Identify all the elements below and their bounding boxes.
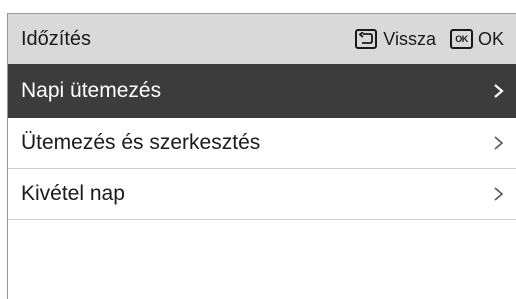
page-title: Időzítés	[21, 27, 92, 50]
menu-item-utemezes-es-szerkesztes[interactable]: Ütemezés és szerkesztés	[8, 118, 516, 169]
ok-key-icon[interactable]: OK	[449, 29, 473, 49]
menu-item-kivetel-nap[interactable]: Kivétel nap	[8, 169, 516, 220]
back-label[interactable]: Vissza	[383, 29, 436, 50]
chevron-right-icon	[494, 136, 504, 150]
timer-screen: Időzítés Vissza OK OK Napi ütemezés Ütem…	[7, 13, 516, 299]
chevron-right-icon	[494, 187, 504, 201]
menu-item-label: Ütemezés és szerkesztés	[21, 131, 261, 154]
menu-item-label: Kivétel nap	[21, 182, 125, 205]
menu-list: Napi ütemezés Ütemezés és szerkesztés Ki…	[8, 64, 516, 220]
menu-item-label: Napi ütemezés	[21, 78, 162, 102]
ok-label[interactable]: OK	[478, 29, 504, 50]
menu-item-napi-utemezes[interactable]: Napi ütemezés	[8, 64, 516, 118]
header-bar: Időzítés Vissza OK OK	[8, 14, 516, 64]
back-return-icon[interactable]	[355, 29, 378, 49]
chevron-right-icon	[494, 83, 504, 98]
header-actions: Vissza OK OK	[355, 29, 504, 50]
